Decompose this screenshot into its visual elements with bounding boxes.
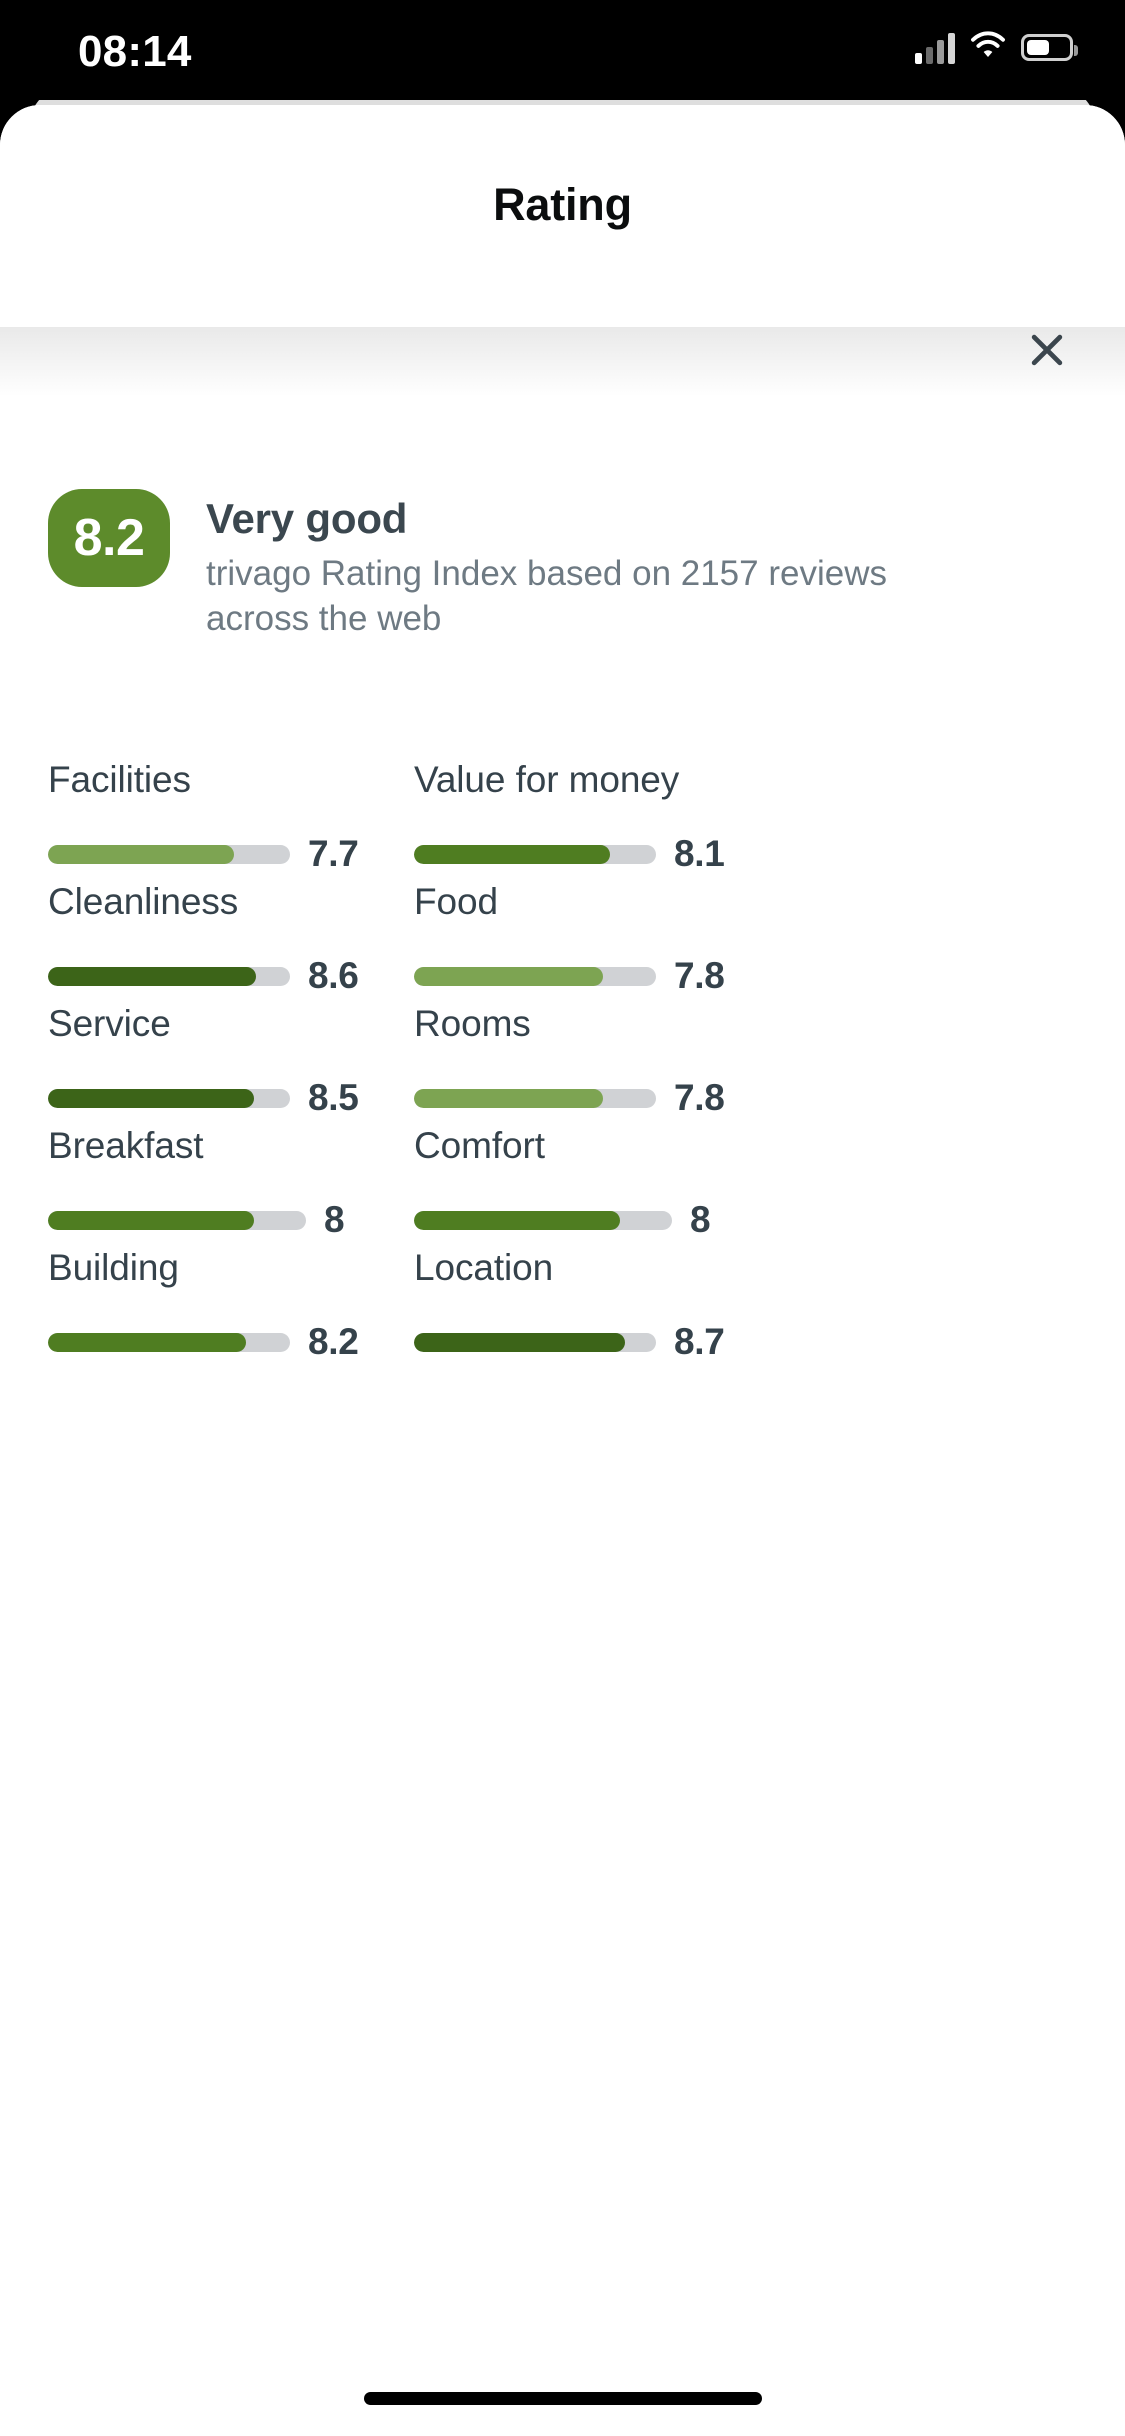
rating-category-label: Breakfast: [48, 1125, 204, 1166]
rating-score-value: 8: [690, 1199, 711, 1240]
close-icon: [1025, 328, 1069, 372]
status-bar: 08:14: [0, 0, 1125, 100]
rating-bar-fill: [414, 1332, 625, 1352]
rating-bar-track: [414, 966, 656, 986]
rating-category-label: Building: [48, 1247, 179, 1288]
rating-bar-fill: [48, 844, 235, 864]
rating-category-label: Rooms: [414, 1003, 531, 1044]
rating-score-value: 8: [324, 1199, 345, 1240]
rating-category-label: Location: [414, 1247, 554, 1288]
rating-modal-sheet: Rating 8.2 Very good trivago Rating Inde…: [0, 105, 1125, 2436]
battery-icon: [1021, 34, 1078, 61]
rating-row: Building 8.2: [48, 1245, 414, 1367]
rating-bar-track: [414, 844, 656, 864]
overall-rating-summary: 8.2 Very good trivago Rating Index based…: [0, 489, 1125, 642]
rating-bar-fill: [48, 1088, 254, 1108]
home-indicator: [363, 2392, 762, 2405]
rating-label: Very good: [206, 495, 408, 542]
rating-category-label: Value for money: [414, 759, 680, 800]
rating-bar-track: [414, 1088, 656, 1108]
rating-row: Facilities 7.7: [48, 757, 414, 879]
rating-row: Cleanliness 8.6: [48, 879, 414, 1001]
rating-bar-fill: [414, 844, 611, 864]
rating-score-value: 8.5: [308, 1077, 359, 1118]
cellular-signal-icon: [915, 32, 955, 64]
status-bar-indicators: [915, 30, 1078, 65]
rating-score-value: 8.2: [308, 1321, 359, 1362]
rating-score-value: 7.8: [674, 955, 725, 996]
modal-header: Rating: [0, 105, 1125, 366]
rating-bar-fill: [414, 966, 603, 986]
status-bar-time: 08:14: [78, 27, 192, 76]
rating-row: Value for money 8.1: [414, 757, 780, 879]
rating-meter: 8: [48, 1199, 414, 1241]
rating-bar-fill: [48, 966, 257, 986]
rating-meter: 8: [414, 1199, 780, 1241]
rating-bar-track: [48, 1332, 290, 1352]
rating-row: Location 8.7: [414, 1245, 780, 1367]
rating-bar-fill: [48, 1332, 247, 1352]
rating-category-label: Comfort: [414, 1125, 545, 1166]
rating-meter: 8.7: [414, 1321, 780, 1363]
rating-bar-fill: [414, 1210, 621, 1230]
rating-bar-track: [48, 966, 290, 986]
rating-meter: 8.6: [48, 955, 414, 997]
rating-row: Rooms 7.8: [414, 1001, 780, 1123]
rating-bar-track: [48, 1210, 306, 1230]
wifi-icon: [969, 30, 1007, 65]
rating-meter: 7.8: [414, 955, 780, 997]
rating-meter: 7.8: [414, 1077, 780, 1119]
rating-bar-fill: [414, 1088, 603, 1108]
rating-category-label: Cleanliness: [48, 881, 239, 922]
rating-row: Comfort 8: [414, 1123, 780, 1245]
phone-screen: 08:14 Rating 8.2 Very good trivago Ratin…: [0, 0, 1125, 2436]
overall-score-badge: 8.2: [48, 489, 170, 587]
rating-meter: 8.2: [48, 1321, 414, 1363]
rating-score-value: 7.8: [674, 1077, 725, 1118]
rating-description: trivago Rating Index based on 2157 revie…: [206, 554, 887, 639]
rating-bar-track: [48, 1088, 290, 1108]
rating-meter: 8.1: [414, 833, 780, 875]
rating-category-grid: Facilities 7.7 Value for money 8.1 Cleanline…: [0, 757, 1125, 1367]
rating-category-label: Facilities: [48, 759, 191, 800]
rating-score-value: 8.6: [308, 955, 359, 996]
rating-bar-fill: [48, 1210, 255, 1230]
summary-text-block: Very good trivago Rating Index based on …: [206, 489, 926, 642]
rating-score-value: 8.7: [674, 1321, 725, 1362]
rating-bar-track: [414, 1332, 656, 1352]
rating-category-label: Service: [48, 1003, 171, 1044]
page-title: Rating: [493, 179, 632, 230]
rating-bar-track: [48, 844, 290, 864]
header-shadow: [0, 327, 1125, 397]
rating-score-value: 8.1: [674, 833, 725, 874]
close-button[interactable]: [1007, 310, 1087, 390]
rating-row: Food 7.8: [414, 879, 780, 1001]
rating-score-value: 7.7: [308, 833, 359, 874]
rating-category-label: Food: [414, 881, 498, 922]
rating-meter: 7.7: [48, 833, 414, 875]
rating-meter: 8.5: [48, 1077, 414, 1119]
rating-row: Breakfast 8: [48, 1123, 414, 1245]
rating-bar-track: [414, 1210, 672, 1230]
rating-row: Service 8.5: [48, 1001, 414, 1123]
